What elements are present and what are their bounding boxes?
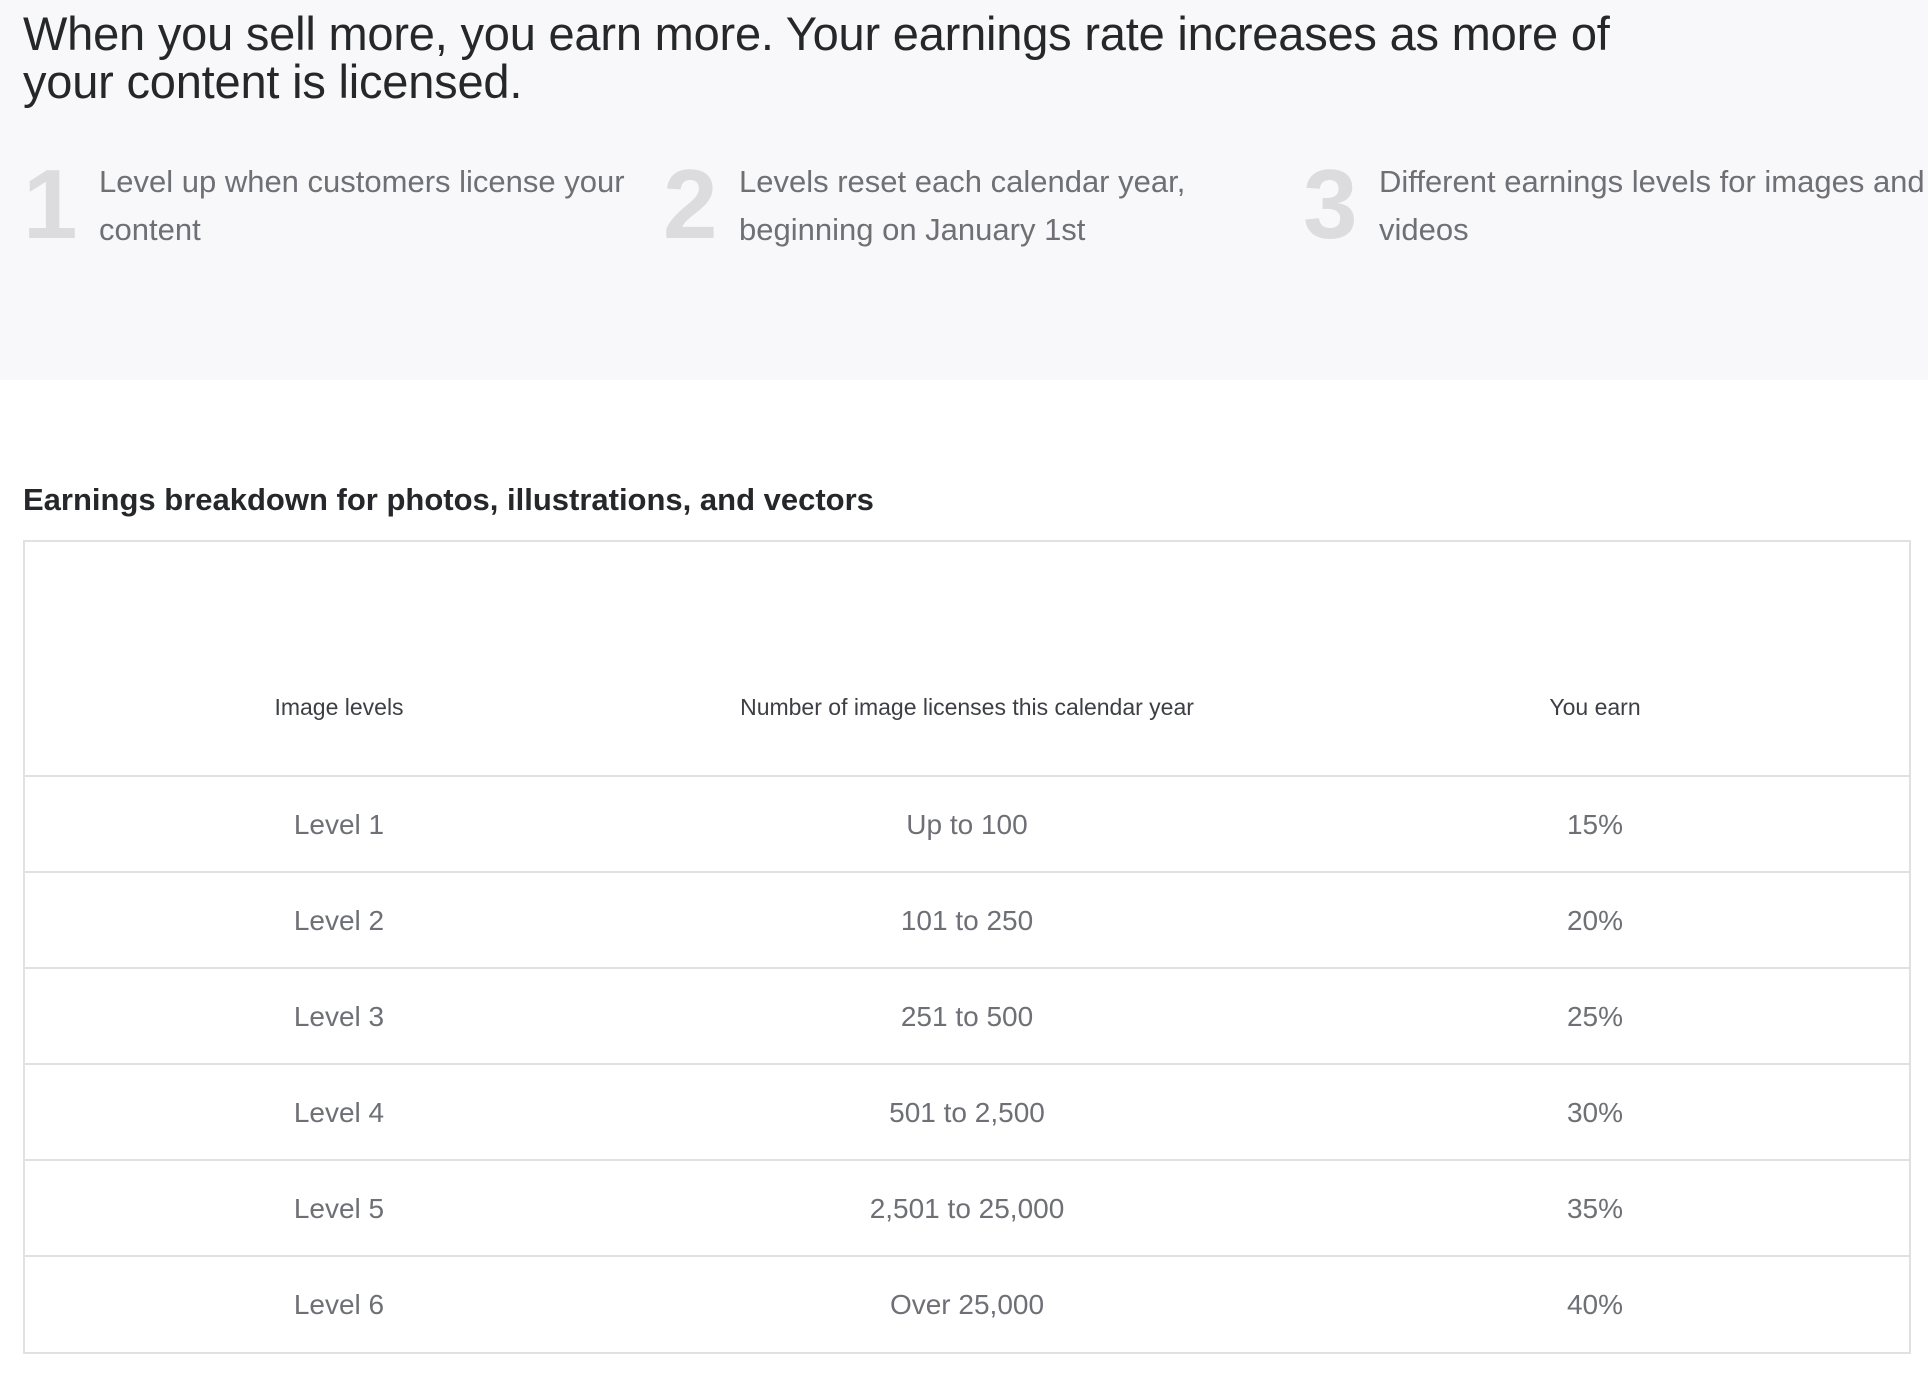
- step-number: 2: [663, 149, 718, 259]
- license-count-cell: 2,501 to 25,000: [869, 1193, 1065, 1224]
- earnings-table-title: Earnings breakdown for photos, illustrat…: [23, 482, 874, 517]
- earnings-table: Image levels Number of image licenses th…: [23, 540, 1911, 1354]
- earn-rate-cell: 35%: [1566, 1193, 1624, 1224]
- earn-rate-cell: 40%: [1566, 1289, 1624, 1320]
- table-body: Level 1 Up to 100 15% Level 2 101 to 250…: [25, 777, 1909, 1353]
- level-cell: Level 1: [293, 809, 385, 840]
- hero-section: When you sell more, you earn more. Your …: [0, 0, 1928, 380]
- earn-rate-cell: 30%: [1566, 1097, 1624, 1128]
- step-1: 1 Level up when customers license your c…: [23, 152, 643, 262]
- table-row: Level 2 101 to 250 20%: [25, 873, 1909, 969]
- step-number: 3: [1303, 149, 1358, 259]
- level-cell: Level 4: [293, 1097, 385, 1128]
- license-count-cell: Up to 100: [906, 809, 1028, 840]
- step-text: Levels reset each calendar year, beginni…: [739, 164, 1186, 247]
- level-cell: Level 3: [293, 1001, 385, 1032]
- step-2: 2 Levels reset each calendar year, begin…: [663, 152, 1283, 262]
- step-text: Level up when customers license your con…: [99, 164, 625, 247]
- level-cell: Level 6: [293, 1289, 385, 1320]
- license-count-cell: Over 25,000: [889, 1289, 1045, 1320]
- table-row: Level 4 501 to 2,500 30%: [25, 1065, 1909, 1161]
- header-you-earn: You earn: [1549, 694, 1641, 720]
- step-text: Different earnings levels for images and…: [1379, 164, 1925, 247]
- table-header-row: Image levels Number of image licenses th…: [25, 542, 1909, 777]
- earn-rate-cell: 25%: [1566, 1001, 1624, 1032]
- header-image-levels: Image levels: [274, 694, 404, 720]
- license-count-cell: 251 to 500: [900, 1001, 1034, 1032]
- steps-list: 1 Level up when customers license your c…: [23, 152, 1928, 262]
- table-row: Level 6 Over 25,000 40%: [25, 1257, 1909, 1353]
- license-count-cell: 101 to 250: [900, 905, 1034, 936]
- table-row: Level 3 251 to 500 25%: [25, 969, 1909, 1065]
- earn-rate-cell: 20%: [1566, 905, 1624, 936]
- earn-rate-cell: 15%: [1566, 809, 1624, 840]
- step-number: 1: [23, 149, 78, 259]
- level-cell: Level 2: [293, 905, 385, 936]
- step-3: 3 Different earnings levels for images a…: [1303, 149, 1925, 262]
- table-row: Level 5 2,501 to 25,000 35%: [25, 1161, 1909, 1257]
- table-row: Level 1 Up to 100 15%: [25, 777, 1909, 873]
- level-cell: Level 5: [293, 1193, 385, 1224]
- header-license-count: Number of image licenses this calendar y…: [740, 694, 1194, 720]
- page-headline: When you sell more, you earn more. Your …: [23, 7, 1610, 108]
- license-count-cell: 501 to 2,500: [889, 1097, 1045, 1128]
